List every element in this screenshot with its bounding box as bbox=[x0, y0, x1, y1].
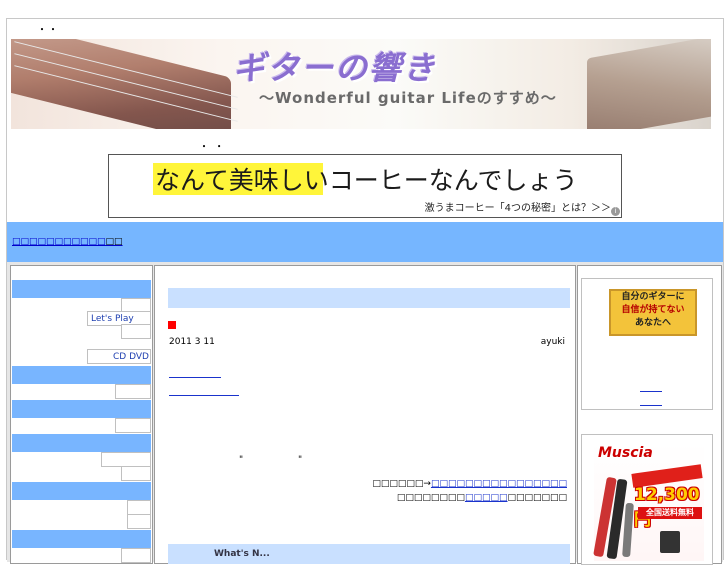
guitar-shop-ad-box[interactable]: Muscia 12,300円 全国送料無料 bbox=[581, 434, 713, 565]
sidebar-item[interactable] bbox=[127, 500, 151, 515]
sidebar-header bbox=[12, 482, 151, 500]
sidebar-item[interactable] bbox=[127, 514, 151, 529]
sidebar-label-cd-dvd[interactable]: CD DVD bbox=[113, 352, 149, 362]
breadcrumb[interactable]: □□□□□□□□□□□□□ bbox=[12, 237, 123, 247]
coffee-ad-banner[interactable]: なんて美味しいコーヒーなんでしょう 激うまコーヒー「4つの秘密」とは？＞＞ i bbox=[108, 154, 622, 218]
right-ad-box: 自分のギターに 自信が持てない あなたへ bbox=[581, 278, 713, 410]
site-subtitle: ～Wonderful guitar Lifeのすすめ～ bbox=[259, 89, 557, 107]
sidebar-header bbox=[12, 530, 151, 548]
article-link[interactable] bbox=[169, 385, 239, 396]
left-sidebar: Let's Play CD DVD bbox=[10, 265, 153, 564]
site-banner[interactable]: ギターの響き ～Wonderful guitar Lifeのすすめ～ bbox=[11, 39, 711, 129]
ref-suffix: □□□□□□□ bbox=[507, 493, 567, 503]
article-header bbox=[168, 288, 570, 308]
sidebar-item[interactable] bbox=[121, 548, 151, 563]
ref-link[interactable]: □□□□□ bbox=[465, 493, 508, 503]
amp-image bbox=[660, 531, 680, 553]
ad1-line2: 自信が持てない bbox=[621, 305, 685, 315]
page-frame: ・・ ギターの響き ～Wonderful guitar Lifeのすすめ～ ・ … bbox=[6, 18, 724, 565]
sidebar-header bbox=[12, 366, 151, 384]
mid-dots: ・ ・ bbox=[199, 142, 226, 153]
footer-text: What's N... bbox=[214, 549, 270, 559]
article-marker bbox=[168, 321, 176, 329]
sidebar-item[interactable] bbox=[115, 418, 151, 433]
sidebar-label-lets-play[interactable]: Let's Play bbox=[91, 314, 134, 324]
article-arrow-line: □□□□□□→□□□□□□□□□□□□□□□□ bbox=[372, 479, 567, 489]
article-quote-marks: " " bbox=[239, 455, 329, 465]
sidebar-header bbox=[12, 280, 151, 298]
right-sidebar-link[interactable] bbox=[640, 397, 662, 406]
ref-prefix: □□□□□□□□ bbox=[396, 493, 465, 503]
ad2-free-shipping: 全国送料無料 bbox=[638, 507, 702, 519]
top-dots: ・・ bbox=[37, 25, 59, 36]
site-title: ギターの響き bbox=[233, 49, 438, 87]
info-icon[interactable]: i bbox=[611, 207, 620, 216]
sidebar-header bbox=[12, 400, 151, 418]
content-columns: Let's Play CD DVD 2011 3 11 ayuki " " □□… bbox=[7, 262, 723, 565]
sidebar-item[interactable] bbox=[101, 452, 151, 467]
banner-guitar-image-right bbox=[587, 39, 711, 129]
banner-guitar-image-left bbox=[11, 39, 231, 129]
article-ref-line: □□□□□□□□□□□□□□□□□□□□ bbox=[397, 493, 567, 503]
sidebar-item[interactable] bbox=[115, 384, 151, 399]
sidebar-item[interactable] bbox=[121, 324, 151, 339]
guitar-image bbox=[622, 502, 634, 558]
article-date: 2011 3 11 bbox=[169, 337, 215, 347]
sidebar-header bbox=[12, 434, 151, 452]
right-sidebar: 自分のギターに 自信が持てない あなたへ Muscia 12,300円 全国送料… bbox=[577, 265, 722, 565]
ad1-line3: あなたへ bbox=[634, 318, 671, 328]
nav-bar: □□□□□□□□□□□□□ bbox=[7, 222, 723, 262]
main-article: 2011 3 11 ayuki " " □□□□□□→□□□□□□□□□□□□□… bbox=[154, 265, 576, 564]
ad-subline: 激うまコーヒー「4つの秘密」とは？＞＞ bbox=[424, 203, 611, 214]
article-link[interactable] bbox=[169, 367, 221, 378]
article-author[interactable]: ayuki bbox=[541, 337, 565, 347]
arrow-link[interactable]: □□□□□□□□□□□□□□□□ bbox=[431, 479, 567, 489]
guitar-confidence-ad[interactable]: 自分のギターに 自信が持てない あなたへ bbox=[609, 289, 697, 336]
breadcrumb-tail: □□ bbox=[105, 237, 123, 247]
ad1-line1: 自分のギターに bbox=[621, 292, 685, 302]
ad-headline: なんて美味しいコーヒーなんでしょう bbox=[155, 166, 578, 195]
right-sidebar-link[interactable] bbox=[640, 383, 662, 392]
arrow-prefix: □□□□□□→ bbox=[372, 479, 431, 489]
ad2-brand: Muscia bbox=[598, 445, 653, 461]
article-footer-bar: What's N... bbox=[168, 544, 570, 564]
sidebar-item[interactable] bbox=[121, 466, 151, 481]
breadcrumb-link[interactable]: □□□□□□□□□□□ bbox=[12, 237, 106, 247]
guitar-shop-ad[interactable]: Muscia 12,300円 全国送料無料 bbox=[593, 443, 704, 561]
